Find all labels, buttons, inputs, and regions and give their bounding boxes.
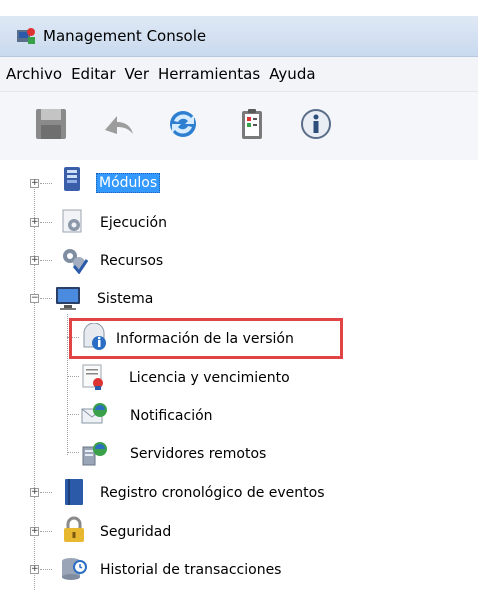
- expand-modulos[interactable]: +: [30, 179, 39, 188]
- tree-item-notificacion[interactable]: Notificación: [130, 408, 213, 424]
- undo-arrow-icon[interactable]: [101, 106, 137, 142]
- license-certificate-icon: [82, 364, 103, 390]
- computer-monitor-icon: [56, 287, 80, 310]
- tree-item-licencia[interactable]: Licencia y vencimiento: [129, 370, 290, 386]
- tree-item-historial-transacciones[interactable]: Historial de transacciones: [100, 562, 281, 578]
- tree-item-registro-eventos[interactable]: Registro cronológico de eventos: [100, 485, 325, 501]
- menu-archivo[interactable]: Archivo: [3, 65, 65, 83]
- remote-server-globe-icon: [82, 442, 107, 466]
- tree-item-ejecucion[interactable]: Ejecución: [100, 215, 167, 231]
- tree-item-seguridad[interactable]: Seguridad: [100, 524, 171, 540]
- menu-bar: Archivo Editar Ver Herramientas Ayuda: [0, 57, 478, 92]
- tree-item-modulos[interactable]: Módulos: [96, 173, 161, 193]
- title-bar: Management Console: [0, 16, 478, 57]
- tree-item-servidores-remotos[interactable]: Servidores remotos: [130, 446, 266, 462]
- database-clock-icon: [62, 558, 87, 580]
- padlock-icon: [64, 516, 84, 542]
- management-console-app-icon: [17, 28, 35, 44]
- tree-connector-children: [67, 314, 68, 455]
- mail-globe-icon: [81, 403, 107, 424]
- expand-historial-transacciones[interactable]: +: [30, 565, 39, 574]
- tree-item-recursos[interactable]: Recursos: [100, 253, 163, 269]
- window-title: Management Console: [43, 27, 207, 45]
- expand-seguridad[interactable]: +: [30, 527, 39, 536]
- navigation-tree: + Módulos + Ejecución + Recursos − Siste…: [0, 160, 478, 605]
- save-icon[interactable]: [33, 106, 69, 142]
- event-log-book-icon: [65, 479, 83, 505]
- tree-item-sistema[interactable]: Sistema: [97, 291, 153, 307]
- server-tower-icon: [64, 167, 80, 191]
- expand-recursos[interactable]: +: [30, 256, 39, 265]
- menu-ayuda[interactable]: Ayuda: [266, 65, 318, 83]
- collapse-sistema[interactable]: −: [30, 294, 39, 303]
- menu-herramientas[interactable]: Herramientas: [155, 65, 263, 83]
- refresh-icon[interactable]: [165, 106, 201, 142]
- gear-document-icon: [62, 209, 82, 233]
- info-icon[interactable]: [298, 106, 334, 142]
- menu-editar[interactable]: Editar: [68, 65, 118, 83]
- expand-ejecucion[interactable]: +: [30, 218, 39, 227]
- gears-check-icon: [63, 249, 88, 274]
- menu-ver[interactable]: Ver: [122, 65, 153, 83]
- top-strip: [0, 0, 478, 16]
- clipboard-report-icon[interactable]: [234, 106, 270, 142]
- highlight-box: [69, 318, 343, 359]
- toolbar: [0, 92, 478, 160]
- expand-registro-eventos[interactable]: +: [30, 488, 39, 497]
